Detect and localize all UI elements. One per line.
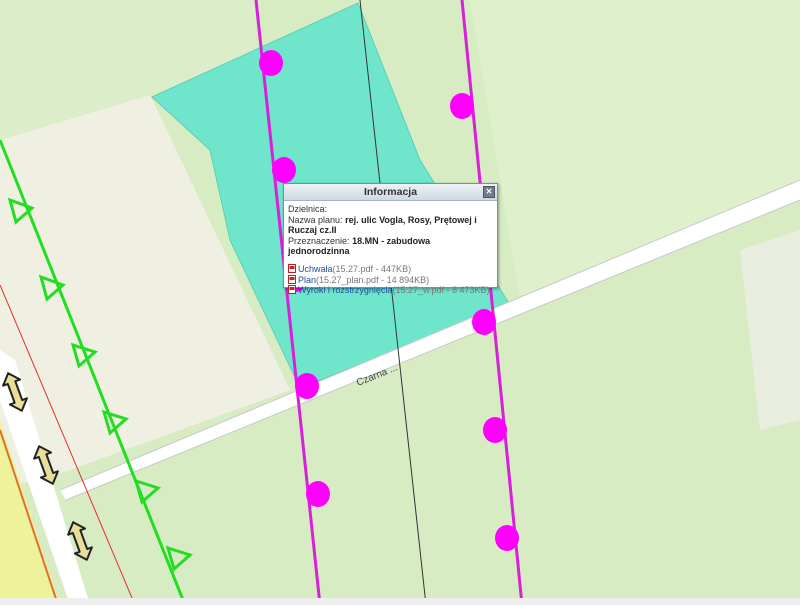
- close-icon[interactable]: ✕: [483, 186, 495, 198]
- popup-body: Dzielnica: Nazwa planu: rej. ulic Vogla,…: [284, 201, 497, 299]
- boundary-marker: [295, 373, 319, 399]
- document-link-wyroki[interactable]: Wyroki i rozstrzygnięcia: [298, 285, 392, 295]
- popup-title: Informacja: [363, 186, 418, 198]
- document-meta: (15.27_w.pdf - 8 473KB): [392, 285, 490, 296]
- boundary-marker: [450, 93, 474, 119]
- boundary-marker: [495, 525, 519, 551]
- boundary-marker: [272, 157, 296, 183]
- boundary-marker: [306, 481, 330, 507]
- document-link-plan[interactable]: Plan: [298, 275, 316, 285]
- boundary-marker: [472, 309, 496, 335]
- popup-header: Informacja ✕: [284, 184, 497, 201]
- document-meta: (15.27_plan.pdf - 14 894KB): [316, 274, 430, 285]
- info-popup: Informacja ✕ Dzielnica: Nazwa planu: rej…: [283, 183, 498, 295]
- pdf-icon: [288, 285, 296, 295]
- purpose-label: Przeznaczenie:: [288, 235, 350, 246]
- district-label: Dzielnica:: [288, 204, 328, 214]
- pdf-icon: [288, 274, 296, 284]
- plan-name-row: Nazwa planu: rej. ulic Vogla, Rosy, Pręt…: [288, 215, 493, 236]
- boundary-marker: [483, 417, 507, 443]
- document-row: Uchwała(15.27.pdf - 447KB): [288, 263, 493, 275]
- document-meta: (15.27.pdf - 447KB): [332, 263, 412, 274]
- map-canvas[interactable]: Czarna ...: [0, 0, 800, 605]
- document-link-uchwala[interactable]: Uchwała: [298, 264, 333, 274]
- pdf-icon: [288, 263, 296, 273]
- document-row: Wyroki i rozstrzygnięcia(15.27_w.pdf - 8…: [288, 285, 493, 296]
- boundary-marker: [259, 50, 283, 76]
- bottom-bar: [0, 598, 800, 605]
- district-row: Dzielnica:: [288, 204, 493, 215]
- purpose-row: Przeznaczenie: 18.MN - zabudowa jednorod…: [288, 236, 493, 257]
- plan-name-label: Nazwa planu:: [288, 214, 343, 225]
- document-row: Plan(15.27_plan.pdf - 14 894KB): [288, 274, 493, 286]
